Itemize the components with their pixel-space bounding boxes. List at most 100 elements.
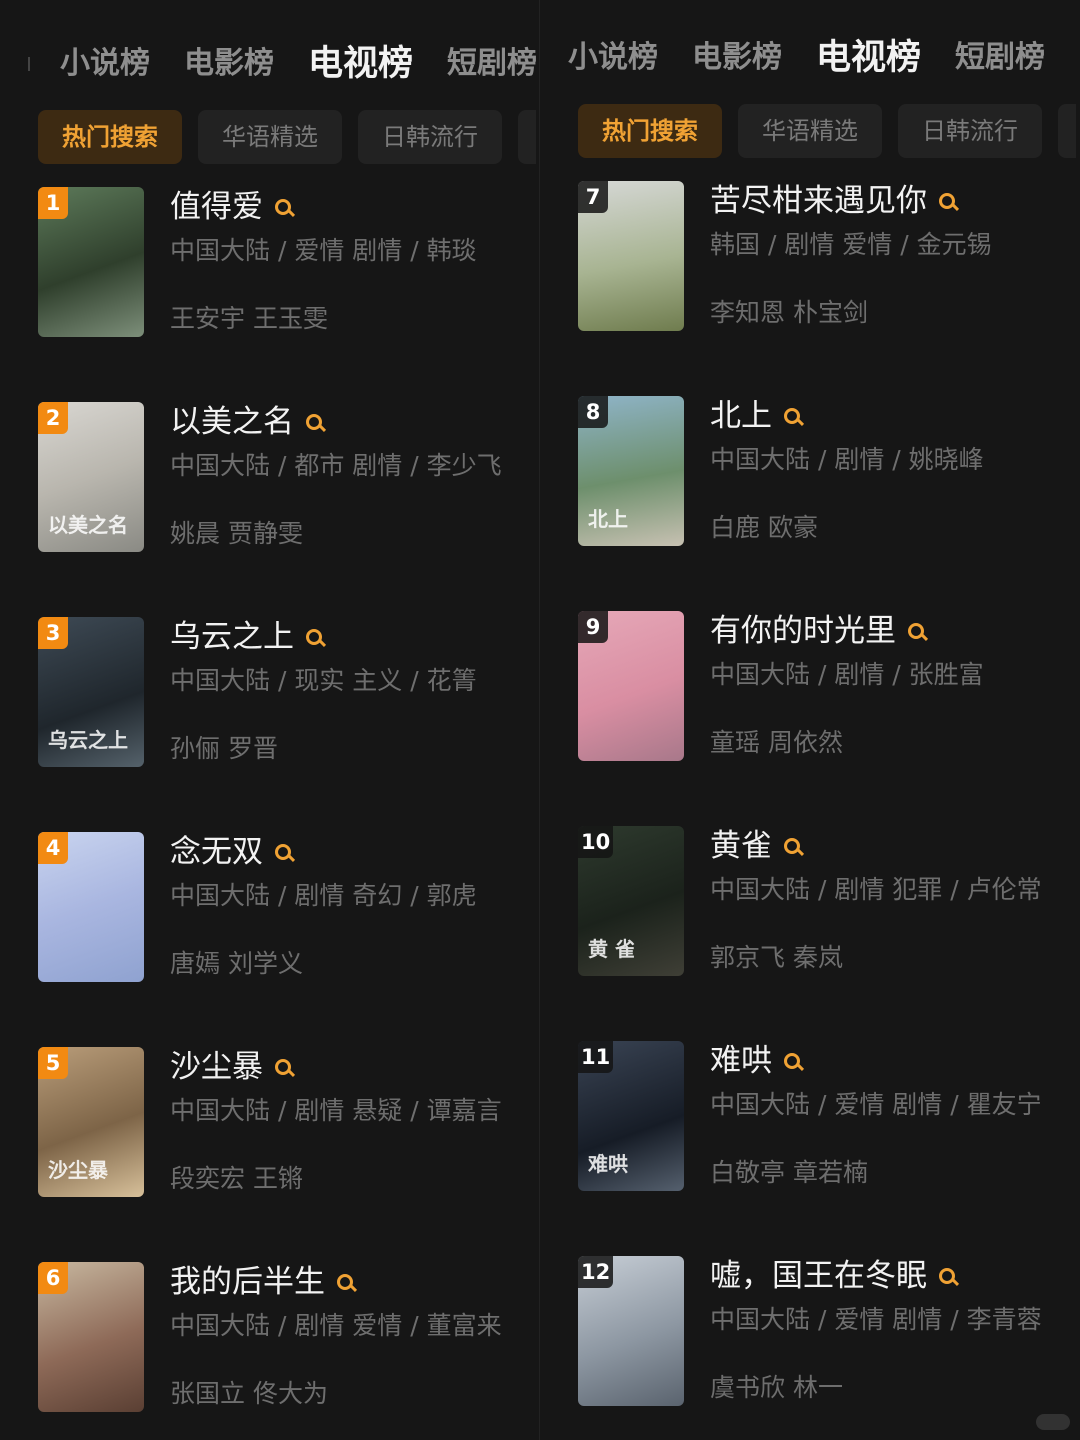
item-meta: 中国大陆 / 爱情 剧情 / 瞿友宁 (710, 1090, 1042, 1119)
item-title-row[interactable]: 值得爱 (170, 187, 540, 227)
item-meta: 中国大陆 / 现实 主义 / 花箐 (170, 666, 477, 695)
rank-badge: 10 (578, 826, 614, 858)
item-title-row[interactable]: 乌云之上 (170, 617, 540, 657)
item-title-row[interactable]: 难哄 (710, 1041, 1080, 1081)
chip-overflow[interactable] (518, 110, 536, 164)
search-icon[interactable] (275, 1058, 292, 1076)
item-info: 黄雀 中国大陆 / 剧情 犯罪 / 卢伦常 郭京飞 秦岚 (710, 826, 1080, 976)
search-icon[interactable] (306, 413, 323, 431)
item-cast: 童瑶 周依然 (710, 728, 843, 757)
tab-short-drama[interactable]: 短剧榜 (447, 40, 537, 88)
item-title: 有你的时光里 (710, 613, 896, 649)
rank-badge: 2 (38, 402, 68, 434)
tab-short-drama[interactable]: 短剧榜 (955, 34, 1045, 82)
item-meta: 中国大陆 / 剧情 犯罪 / 卢伦常 (710, 875, 1042, 904)
item-title-row[interactable]: 北上 (710, 396, 1080, 436)
item-info: 乌云之上中国大陆 / 现实 主义 / 花箐 孙俪 罗晋 (170, 617, 540, 767)
list-item[interactable]: 9 有你的时光里中国大陆 / 剧情 / 张胜富 童瑶 周依然 (578, 611, 1078, 826)
item-meta: 中国大陆 / 剧情 悬疑 / 谭嘉言 (170, 1096, 502, 1125)
poster-image[interactable]: 1 (38, 187, 144, 337)
item-cast: 唐嫣 刘学义 (170, 949, 303, 978)
rank-badge: 7 (578, 181, 608, 213)
ranking-list: 7 苦尽柑来遇见你 韩国 / 剧情 爱情 / 金元锡 李知恩 朴宝剑 8 北上 北上 中国大陆… (578, 181, 1078, 1434)
rank-badge: 6 (38, 1262, 68, 1294)
rank-badge: 8 (578, 396, 608, 428)
list-item[interactable]: 12 嘘，国王在冬眠 中国大陆 / 爱情 剧情 / 李青蓉 虞书欣 林一 (578, 1256, 1078, 1434)
item-title-row[interactable]: 有你的时光里 (710, 611, 1080, 651)
search-icon[interactable] (784, 407, 801, 425)
item-cast: 白鹿 欧豪 (710, 513, 818, 542)
rank-badge: 11 (578, 1041, 614, 1073)
filter-chips: 热门搜索 华语精选 日韩流行 (38, 110, 540, 164)
chip-overflow[interactable] (1058, 104, 1076, 158)
list-item[interactable]: 1 值得爱 中国大陆 / 爱情 剧情 / 韩琰 王安宇 王玉雯 (38, 187, 538, 402)
item-meta: 中国大陆 / 剧情 / 张胜富 (710, 660, 984, 689)
poster-image[interactable]: 12 (578, 1256, 684, 1406)
item-title-row[interactable]: 苦尽柑来遇见你 (710, 181, 1080, 221)
item-info: 难哄 中国大陆 / 爱情 剧情 / 瞿友宁 白敬亭 章若楠 (710, 1041, 1080, 1191)
search-icon[interactable] (908, 622, 925, 640)
ranking-list: 1 值得爱 中国大陆 / 爱情 剧情 / 韩琰 王安宇 王玉雯 2 以美之名 以美之名 中国大… (38, 187, 538, 1440)
item-cast: 王安宇 王玉雯 (170, 304, 328, 333)
list-item[interactable]: 5 沙尘暴 沙尘暴 中国大陆 / 剧情 悬疑 / 谭嘉言 段奕宏 王锵 (38, 1047, 538, 1262)
item-title-row[interactable]: 以美之名 (170, 402, 540, 442)
poster-image[interactable]: 3 乌云之上 (38, 617, 144, 767)
list-item[interactable]: 11 难哄 难哄 中国大陆 / 爱情 剧情 / 瞿友宁 白敬亭 章若楠 (578, 1041, 1078, 1256)
item-title-row[interactable]: 黄雀 (710, 826, 1080, 866)
tab-novels[interactable]: 小说榜 (60, 40, 150, 88)
tab-movies[interactable]: 电影榜 (692, 34, 782, 82)
poster-title-text: 北上 (588, 507, 628, 531)
item-meta: 中国大陆 / 爱情 剧情 / 李青蓉 (710, 1305, 1042, 1334)
list-item[interactable]: 2 以美之名 以美之名 中国大陆 / 都市 剧情 / 李少飞 姚晨 贾静雯 (38, 402, 538, 617)
rank-badge: 3 (38, 617, 68, 649)
tab-movies[interactable]: 电影榜 (184, 40, 274, 88)
poster-image[interactable]: 9 (578, 611, 684, 761)
item-cast: 孙俪 罗晋 (170, 734, 278, 763)
list-item[interactable]: 10 黄 雀 黄雀 中国大陆 / 剧情 犯罪 / 卢伦常 郭京飞 秦岚 (578, 826, 1078, 1041)
search-icon[interactable] (275, 843, 292, 861)
poster-title-text: 难哄 (588, 1152, 628, 1176)
poster-image[interactable]: 7 (578, 181, 684, 331)
item-meta: 中国大陆 / 剧情 爱情 / 董富来 (170, 1311, 502, 1340)
list-item[interactable]: 3 乌云之上 乌云之上 中国大陆 / 现实 主义 / 花箐 孙俪 罗晋 (38, 617, 538, 832)
item-title: 以美之名 (170, 404, 294, 440)
item-title-row[interactable]: 沙尘暴 (170, 1047, 540, 1087)
search-icon[interactable] (939, 192, 956, 210)
list-item[interactable]: 8 北上 北上 中国大陆 / 剧情 / 姚晓峰 白鹿 欧豪 (578, 396, 1078, 611)
poster-image[interactable]: 10 黄 雀 (578, 826, 684, 976)
tab-novels[interactable]: 小说榜 (568, 34, 658, 82)
poster-image[interactable]: 4 (38, 832, 144, 982)
poster-image[interactable]: 6 (38, 1262, 144, 1412)
list-item[interactable]: 4 念无双 中国大陆 / 剧情 奇幻 / 郭虎 唐嫣 刘学义 (38, 832, 538, 1047)
search-icon[interactable] (337, 1273, 354, 1291)
search-icon[interactable] (939, 1267, 956, 1285)
poster-image[interactable]: 5 沙尘暴 (38, 1047, 144, 1197)
search-icon[interactable] (784, 1052, 801, 1070)
list-item[interactable]: 6 我的后半生 中国大陆 / 剧情 爱情 / 董富来 张国立 佟大为 (38, 1262, 538, 1440)
chip-chinese-picks[interactable]: 华语精选 (738, 104, 882, 158)
item-title: 北上 (710, 398, 772, 434)
poster-image[interactable]: 2 以美之名 (38, 402, 144, 552)
chip-hot-search[interactable]: 热门搜索 (38, 110, 182, 164)
watermark-logo (1036, 1414, 1070, 1430)
search-icon[interactable] (275, 198, 292, 216)
search-icon[interactable] (306, 628, 323, 646)
chip-chinese-picks[interactable]: 华语精选 (198, 110, 342, 164)
tab-tv[interactable]: 电视榜 (816, 34, 921, 82)
item-cast: 李知恩 朴宝剑 (710, 298, 868, 327)
chip-jk-popular[interactable]: 日韩流行 (898, 104, 1042, 158)
rank-badge: 12 (578, 1256, 614, 1288)
item-title-row[interactable]: 念无双 (170, 832, 540, 872)
poster-image[interactable]: 8 北上 (578, 396, 684, 546)
item-title: 苦尽柑来遇见你 (710, 183, 927, 219)
chip-hot-search[interactable]: 热门搜索 (578, 104, 722, 158)
search-icon[interactable] (784, 837, 801, 855)
item-title-row[interactable]: 嘘，国王在冬眠 (710, 1256, 1080, 1296)
list-item[interactable]: 7 苦尽柑来遇见你 韩国 / 剧情 爱情 / 金元锡 李知恩 朴宝剑 (578, 181, 1078, 396)
poster-image[interactable]: 11 难哄 (578, 1041, 684, 1191)
item-title-row[interactable]: 我的后半生 (170, 1262, 540, 1302)
poster-title-text: 沙尘暴 (48, 1158, 108, 1182)
rank-badge: 1 (38, 187, 68, 219)
tab-tv[interactable]: 电视榜 (308, 40, 413, 88)
chip-jk-popular[interactable]: 日韩流行 (358, 110, 502, 164)
